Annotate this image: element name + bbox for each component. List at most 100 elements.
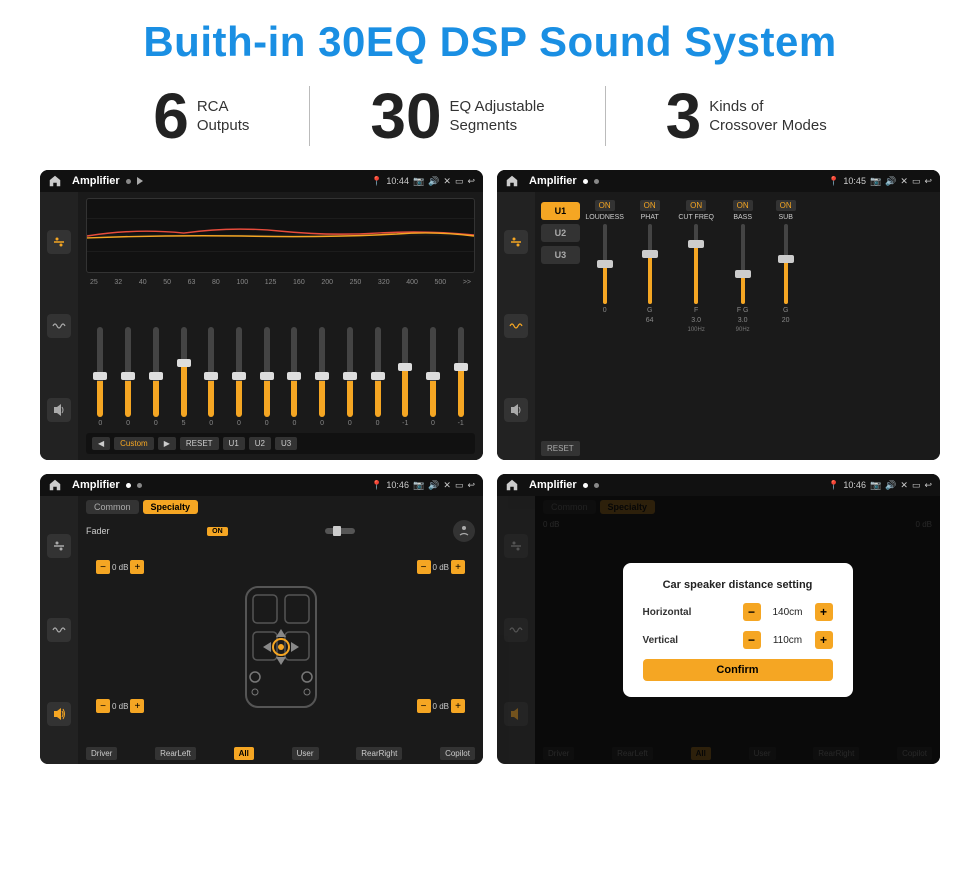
btn-rearright[interactable]: RearRight: [356, 747, 402, 760]
eq-slider-50[interactable]: 5: [171, 327, 196, 427]
back-icon-1: ↩: [467, 176, 475, 187]
time-4: 10:46: [843, 480, 866, 490]
app-title-3: Amplifier: [72, 479, 120, 491]
cam-icon-1: 📷: [413, 176, 424, 187]
xover-u3-btn[interactable]: U3: [541, 246, 580, 264]
vertical-plus-btn[interactable]: +: [815, 631, 833, 649]
back-icon-2: ↩: [924, 176, 932, 187]
fader-person-icon[interactable]: [453, 520, 475, 542]
dialog-vertical-controls: − 110cm +: [743, 631, 833, 649]
location-icon-1: 📍: [371, 176, 382, 187]
sidebar-btn-wave2[interactable]: [504, 314, 528, 338]
btn-all[interactable]: All: [234, 747, 254, 760]
vol-minus-rr[interactable]: −: [417, 699, 431, 713]
eq-prev-btn[interactable]: ◀: [92, 437, 110, 450]
time-3: 10:46: [386, 480, 409, 490]
time-2: 10:45: [843, 176, 866, 186]
eq-slider-250[interactable]: 0: [365, 327, 390, 427]
vol-plus-rl[interactable]: +: [130, 699, 144, 713]
eq-slider-32[interactable]: 0: [116, 327, 141, 427]
screen-eq: Amplifier 📍 10:44 📷 🔊 ✕ ▭ ↩: [40, 170, 483, 460]
vertical-value: 110cm: [766, 635, 810, 646]
page-title: Buith-in 30EQ DSP Sound System: [30, 18, 950, 66]
stat-number-crossover: 3: [666, 84, 702, 148]
eq-slider-320[interactable]: -1: [393, 327, 418, 427]
tab-specialty[interactable]: Specialty: [143, 500, 199, 514]
vol-icon-1: 🔊: [428, 176, 439, 187]
eq-custom-btn[interactable]: Custom: [114, 437, 154, 450]
sidebar-btn-eq4: [504, 534, 528, 558]
eq-slider-500[interactable]: -1: [448, 327, 473, 427]
horizontal-minus-btn[interactable]: −: [743, 603, 761, 621]
vol-val-fl: 0 dB: [112, 563, 128, 572]
confirm-button[interactable]: Confirm: [643, 659, 833, 681]
dialog-row-vertical: Vertical − 110cm +: [643, 631, 833, 649]
vol-plus-fl[interactable]: +: [130, 560, 144, 574]
eq-slider-80[interactable]: 0: [227, 327, 252, 427]
location-icon-4: 📍: [828, 480, 839, 491]
back-icon-4: ↩: [924, 480, 932, 491]
eq-slider-100[interactable]: 0: [254, 327, 279, 427]
cam-icon-2: 📷: [870, 176, 881, 187]
location-icon-3: 📍: [371, 480, 382, 491]
sidebar-btn-speaker2[interactable]: [504, 398, 528, 422]
xover-channel-list: U1 U2 U3 RESET: [541, 196, 580, 456]
sidebar-btn-speaker[interactable]: [47, 398, 71, 422]
vertical-minus-btn[interactable]: −: [743, 631, 761, 649]
tab-common[interactable]: Common: [86, 500, 139, 514]
btn-rearleft[interactable]: RearLeft: [155, 747, 196, 760]
btn-user[interactable]: User: [292, 747, 319, 760]
btn-driver[interactable]: Driver: [86, 747, 117, 760]
fader-main: Common Specialty Fader ON: [78, 496, 483, 764]
xover-u1-btn[interactable]: U1: [541, 202, 580, 220]
eq-u2-btn[interactable]: U2: [249, 437, 271, 450]
stat-number-eq: 30: [370, 84, 441, 148]
vol-plus-rr[interactable]: +: [451, 699, 465, 713]
stat-label-crossover: Kinds of Crossover Modes: [709, 97, 827, 136]
eq-u3-btn[interactable]: U3: [275, 437, 297, 450]
horizontal-value: 140cm: [766, 607, 810, 618]
sidebar-4: [497, 496, 535, 764]
vol-minus-fl[interactable]: −: [96, 560, 110, 574]
stat-rca: 6 RCA Outputs: [153, 84, 249, 148]
xover-u2-btn[interactable]: U2: [541, 224, 580, 242]
sidebar-btn-eq2[interactable]: [504, 230, 528, 254]
status-bar-2: Amplifier 📍 10:45 📷 🔊 ✕ ▭ ↩: [497, 170, 940, 192]
eq-slider-160[interactable]: 0: [310, 327, 335, 427]
vol-minus-rl[interactable]: −: [96, 699, 110, 713]
sidebar-btn-speaker3[interactable]: [47, 702, 71, 726]
stat-eq: 30 EQ Adjustable Segments: [370, 84, 544, 148]
home-icon-2: [505, 174, 519, 188]
vol-plus-fr[interactable]: +: [451, 560, 465, 574]
status-dot-1: [126, 179, 131, 184]
dialog-title: Car speaker distance setting: [643, 579, 833, 591]
eq-slider-25[interactable]: 0: [88, 327, 113, 427]
eq-slider-200[interactable]: 0: [337, 327, 362, 427]
eq-reset-btn[interactable]: RESET: [180, 437, 219, 450]
eq-main: 25 32 40 50 63 80 100 125 160 200 250 32…: [78, 192, 483, 460]
horizontal-plus-btn[interactable]: +: [815, 603, 833, 621]
sidebar-btn-eq[interactable]: [47, 230, 71, 254]
fader-tabs: Common Specialty: [86, 500, 475, 514]
sidebar-btn-wave3[interactable]: [47, 618, 71, 642]
sidebar-3: [40, 496, 78, 764]
play-icon-1: [137, 177, 147, 185]
vol-icon-4: 🔊: [885, 480, 896, 491]
status-bar-1: Amplifier 📍 10:44 📷 🔊 ✕ ▭ ↩: [40, 170, 483, 192]
screenshots-grid: Amplifier 📍 10:44 📷 🔊 ✕ ▭ ↩: [30, 170, 950, 764]
status-dot-3a: [126, 483, 131, 488]
sidebar-btn-wave[interactable]: [47, 314, 71, 338]
vol-val-fr: 0 dB: [433, 563, 449, 572]
eq-u1-btn[interactable]: U1: [223, 437, 245, 450]
eq-slider-125[interactable]: 0: [282, 327, 307, 427]
eq-play-btn[interactable]: ▶: [158, 437, 176, 450]
eq-slider-400[interactable]: 0: [421, 327, 446, 427]
btn-copilot[interactable]: Copilot: [440, 747, 475, 760]
eq-slider-40[interactable]: 0: [143, 327, 168, 427]
sidebar-btn-eq3[interactable]: [47, 534, 71, 558]
xover-reset-btn[interactable]: RESET: [541, 441, 580, 456]
eq-slider-63[interactable]: 0: [199, 327, 224, 427]
vol-minus-fr[interactable]: −: [417, 560, 431, 574]
fader-on-btn[interactable]: ON: [207, 527, 228, 536]
app-title-2: Amplifier: [529, 175, 577, 187]
